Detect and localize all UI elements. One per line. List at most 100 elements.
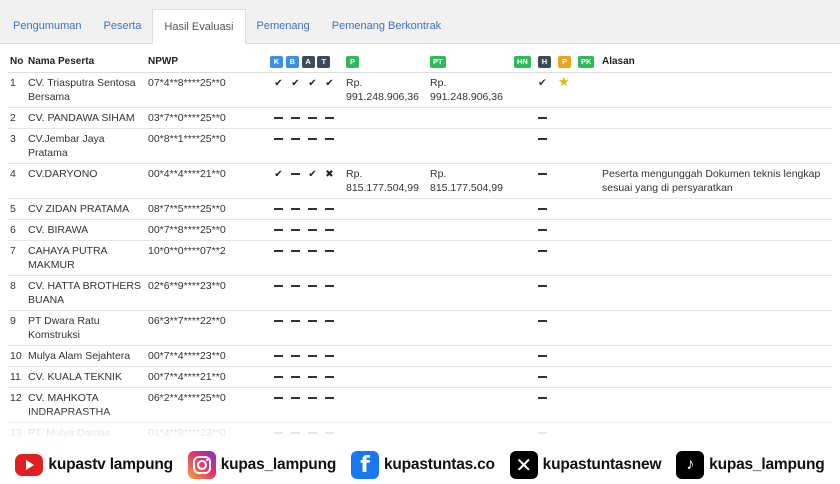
table-row: 2 CV. PANDAWA SIHAM 03*7**0****25**0 xyxy=(8,107,832,129)
cell-nama-peserta: CV. PANDAWA SIHAM xyxy=(26,107,146,129)
cell-h xyxy=(536,387,556,423)
b-mark: ✔ xyxy=(291,77,300,89)
cell-p xyxy=(344,198,428,220)
cell-hn xyxy=(512,219,536,241)
k-dash xyxy=(274,137,283,140)
t-dash xyxy=(325,431,334,434)
x-icon: ✕ xyxy=(509,451,538,479)
cell-h xyxy=(536,128,556,164)
cell-alasan xyxy=(600,107,832,129)
cell-no: 6 xyxy=(8,219,26,241)
table-row: 7 CAHAYA PUTRA MAKMUR 10*0**0****07**2 xyxy=(8,240,832,276)
k-dash xyxy=(274,284,283,287)
social-youtube-handle: kupastv lampung xyxy=(48,456,173,473)
social-facebook[interactable]: f kupastuntas.co xyxy=(350,451,495,479)
cell-pt xyxy=(428,310,512,346)
social-tiktok[interactable]: ♪ kupas_lampung xyxy=(676,451,825,479)
cell-alasan xyxy=(600,219,832,241)
t-dash xyxy=(325,396,334,399)
table-row: 9 PT Dwara Ratu Komstruksi 06*3**7****22**… xyxy=(8,310,832,346)
h-mark: ✔ xyxy=(538,76,547,89)
cell-pk xyxy=(576,72,600,108)
cell-pt xyxy=(428,198,512,220)
cell-pt xyxy=(428,219,512,241)
cell-nama-peserta: CV. BIRAWA xyxy=(26,219,146,241)
cell-pk xyxy=(576,107,600,129)
a-dash xyxy=(308,319,317,322)
cell-pk xyxy=(576,163,600,199)
b-dash xyxy=(291,116,300,119)
cell-nama-peserta: CV. MAHKOTA INDRAPRASTHA xyxy=(26,387,146,423)
cell-no: 12 xyxy=(8,387,26,423)
cell-h xyxy=(536,163,556,199)
cell-pk xyxy=(576,275,600,311)
social-youtube[interactable]: kupastv lampung xyxy=(15,454,173,476)
tab-peserta[interactable]: Peserta xyxy=(93,9,153,43)
cell-p xyxy=(344,310,428,346)
cell-kbat xyxy=(268,366,344,388)
k-dash xyxy=(274,207,283,210)
cell-pk xyxy=(576,310,600,346)
t-mark: ✖ xyxy=(325,168,334,180)
cell-npwp: 02*6**9****23**0 xyxy=(146,275,268,311)
b-dash xyxy=(291,228,300,231)
header-kbat: K B A T xyxy=(268,52,344,73)
badge-b: B xyxy=(285,55,299,68)
cell-p xyxy=(344,107,428,129)
evaluation-table: No Nama Peserta NPWP K B A T P PT HN H P… xyxy=(8,52,832,458)
a-dash xyxy=(308,396,317,399)
cell-alasan xyxy=(600,345,832,367)
cell-h xyxy=(536,275,556,311)
cell-nama-peserta: PT Dwara Ratu Komstruksi xyxy=(26,310,146,346)
cell-npwp: 06*2**4****25**0 xyxy=(146,387,268,423)
t-dash xyxy=(325,116,334,119)
cell-p xyxy=(344,345,428,367)
b-dash xyxy=(291,172,300,175)
cell-p xyxy=(344,240,428,276)
cell-h xyxy=(536,366,556,388)
table-row: 11 CV. KUALA TEKNIK 00*7**4****21**0 xyxy=(8,366,832,388)
cell-kbat xyxy=(268,387,344,423)
social-x-handle: kupastuntasnew xyxy=(542,456,662,473)
cell-kbat: ✔ ✔ ✔ ✔ xyxy=(268,72,344,108)
cell-h xyxy=(536,198,556,220)
t-dash xyxy=(325,284,334,287)
t-dash xyxy=(325,375,334,378)
cell-h xyxy=(536,240,556,276)
cell-h: ✔ xyxy=(536,72,556,108)
cell-no: 10 xyxy=(8,345,26,367)
h-dash xyxy=(538,249,547,252)
a-dash xyxy=(308,207,317,210)
t-dash xyxy=(325,137,334,140)
tab-pemenang[interactable]: Pemenang xyxy=(246,9,321,43)
tab-pemenang-berkontrak[interactable]: Pemenang Berkontrak xyxy=(321,9,452,43)
cell-nama-peserta: CV.Jembar Jaya Pratama xyxy=(26,128,146,164)
social-x[interactable]: ✕ kupastuntasnew xyxy=(509,451,662,479)
cell-alasan xyxy=(600,387,832,423)
a-mark: ✔ xyxy=(308,168,317,180)
cell-p2 xyxy=(556,387,576,423)
facebook-icon: f xyxy=(350,451,379,479)
a-dash xyxy=(308,375,317,378)
k-dash xyxy=(274,228,283,231)
tab-bar: Pengumuman Peserta Hasil Evaluasi Pemena… xyxy=(0,0,840,44)
a-dash xyxy=(308,284,317,287)
cell-p: Rp. 815.177.504,99 xyxy=(344,163,428,199)
cell-pt xyxy=(428,128,512,164)
cell-pk xyxy=(576,387,600,423)
social-instagram[interactable]: kupas_lampung xyxy=(187,451,337,479)
header-p: P xyxy=(344,52,428,73)
badge-k: K xyxy=(270,55,283,68)
social-instagram-handle: kupas_lampung xyxy=(220,456,337,473)
cell-p2 xyxy=(556,366,576,388)
cell-p2 xyxy=(556,163,576,199)
cell-kbat xyxy=(268,240,344,276)
cell-no: 4 xyxy=(8,163,26,199)
cell-kbat xyxy=(268,219,344,241)
cell-p xyxy=(344,275,428,311)
cell-pt xyxy=(428,366,512,388)
cell-p xyxy=(344,387,428,423)
cell-p2: ★ xyxy=(556,72,576,108)
tab-pengumuman[interactable]: Pengumuman xyxy=(2,9,93,43)
tab-hasil-evaluasi[interactable]: Hasil Evaluasi xyxy=(152,9,246,44)
